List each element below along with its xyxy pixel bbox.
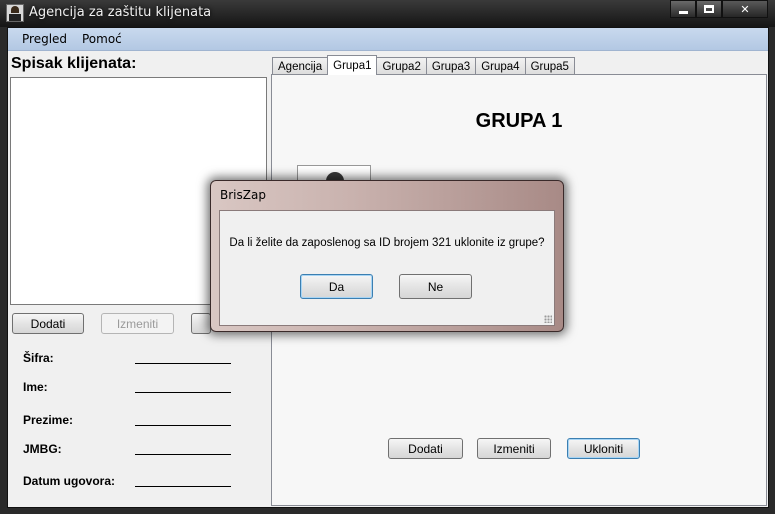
field-label-ime: Ime: <box>23 380 48 394</box>
resize-grip-icon[interactable] <box>544 315 552 323</box>
field-label-sifra: Šifra: <box>23 351 54 365</box>
field-value-sifra <box>135 363 231 364</box>
tab-strip: Agencija Grupa1 Grupa2 Grupa3 Grupa4 Gru… <box>272 55 575 75</box>
tab-grupa4[interactable]: Grupa4 <box>475 57 526 75</box>
app-icon <box>6 4 24 22</box>
close-icon: ✕ <box>740 2 750 16</box>
edit-client-button[interactable]: Izmeniti <box>101 313 174 334</box>
remove-member-button[interactable]: Ukloniti <box>567 438 640 459</box>
maximize-button[interactable] <box>696 0 722 18</box>
tab-grupa2[interactable]: Grupa2 <box>376 57 427 75</box>
edit-member-button[interactable]: Izmeniti <box>477 438 551 459</box>
title-bar[interactable]: Agencija za zaštitu klijenata ✕ <box>0 0 775 27</box>
menu-bar: Pregled Pomoć <box>8 28 768 51</box>
tab-grupa1[interactable]: Grupa1 <box>327 55 378 75</box>
field-value-jmbg <box>135 454 231 455</box>
clients-list-title: Spisak klijenata: <box>11 55 137 72</box>
dialog-body: Da li želite da zaposlenog sa ID brojem … <box>219 210 555 326</box>
minimize-button[interactable] <box>670 0 696 18</box>
maximize-icon <box>704 5 714 13</box>
dialog-message: Da li želite da zaposlenog sa ID brojem … <box>229 237 545 249</box>
minimize-icon <box>678 10 688 14</box>
confirm-dialog: BrisZap Da li želite da zaposlenog sa ID… <box>210 180 564 332</box>
no-button[interactable]: Ne <box>399 274 472 299</box>
add-client-button[interactable]: Dodati <box>12 313 84 334</box>
menu-pregled[interactable]: Pregled <box>22 32 67 46</box>
window-title: Agencija za zaštitu klijenata <box>29 5 212 20</box>
menu-pomoc[interactable]: Pomoć <box>82 32 122 46</box>
yes-button[interactable]: Da <box>300 274 373 299</box>
group-title: GRUPA 1 <box>475 110 563 132</box>
field-value-datum-ugovora <box>135 486 231 487</box>
main-window: Agencija za zaštitu klijenata ✕ Pregled … <box>0 0 775 514</box>
add-member-button[interactable]: Dodati <box>388 438 463 459</box>
tab-grupa5[interactable]: Grupa5 <box>524 57 575 75</box>
field-label-datum-ugovora: Datum ugovora: <box>23 474 116 488</box>
field-label-prezime: Prezime: <box>23 413 74 427</box>
dialog-title: BrisZap <box>220 188 266 202</box>
close-button[interactable]: ✕ <box>722 0 768 18</box>
tab-grupa3[interactable]: Grupa3 <box>425 57 477 75</box>
field-label-jmbg: JMBG: <box>23 442 62 456</box>
field-value-ime <box>135 392 231 393</box>
remove-client-button[interactable] <box>191 313 211 334</box>
tab-agencija[interactable]: Agencija <box>272 57 329 75</box>
field-value-prezime <box>135 425 231 426</box>
